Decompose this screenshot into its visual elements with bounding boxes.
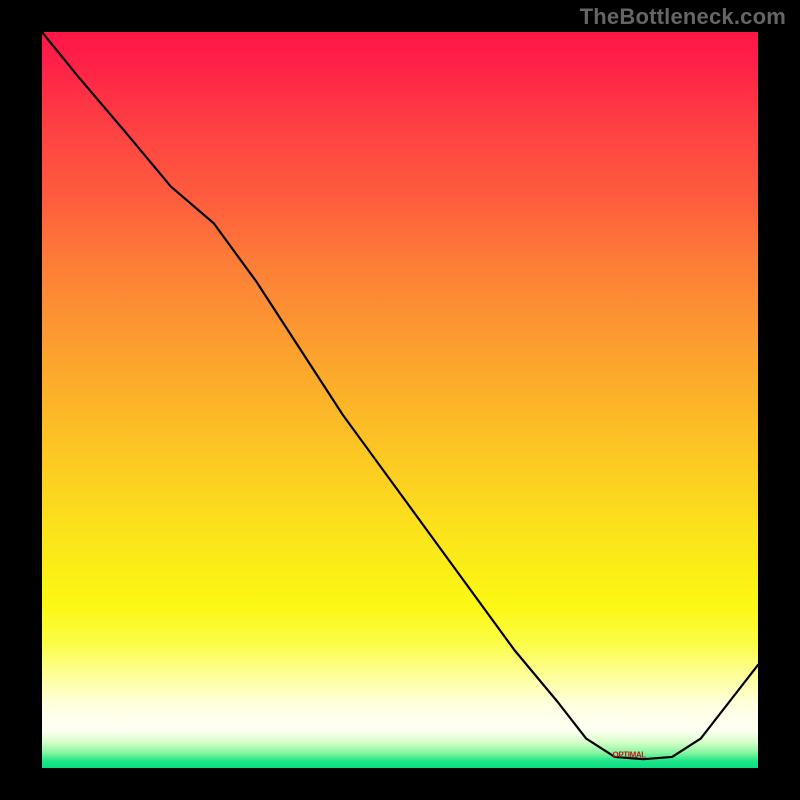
watermark-text: TheBottleneck.com	[580, 4, 786, 30]
plot-area: OPTIMAL	[40, 30, 760, 770]
chart-svg	[42, 32, 758, 768]
optimal-marker: OPTIMAL	[613, 751, 646, 760]
bottleneck-curve-line	[42, 32, 758, 759]
chart-frame: TheBottleneck.com OPTIMAL	[0, 0, 800, 800]
